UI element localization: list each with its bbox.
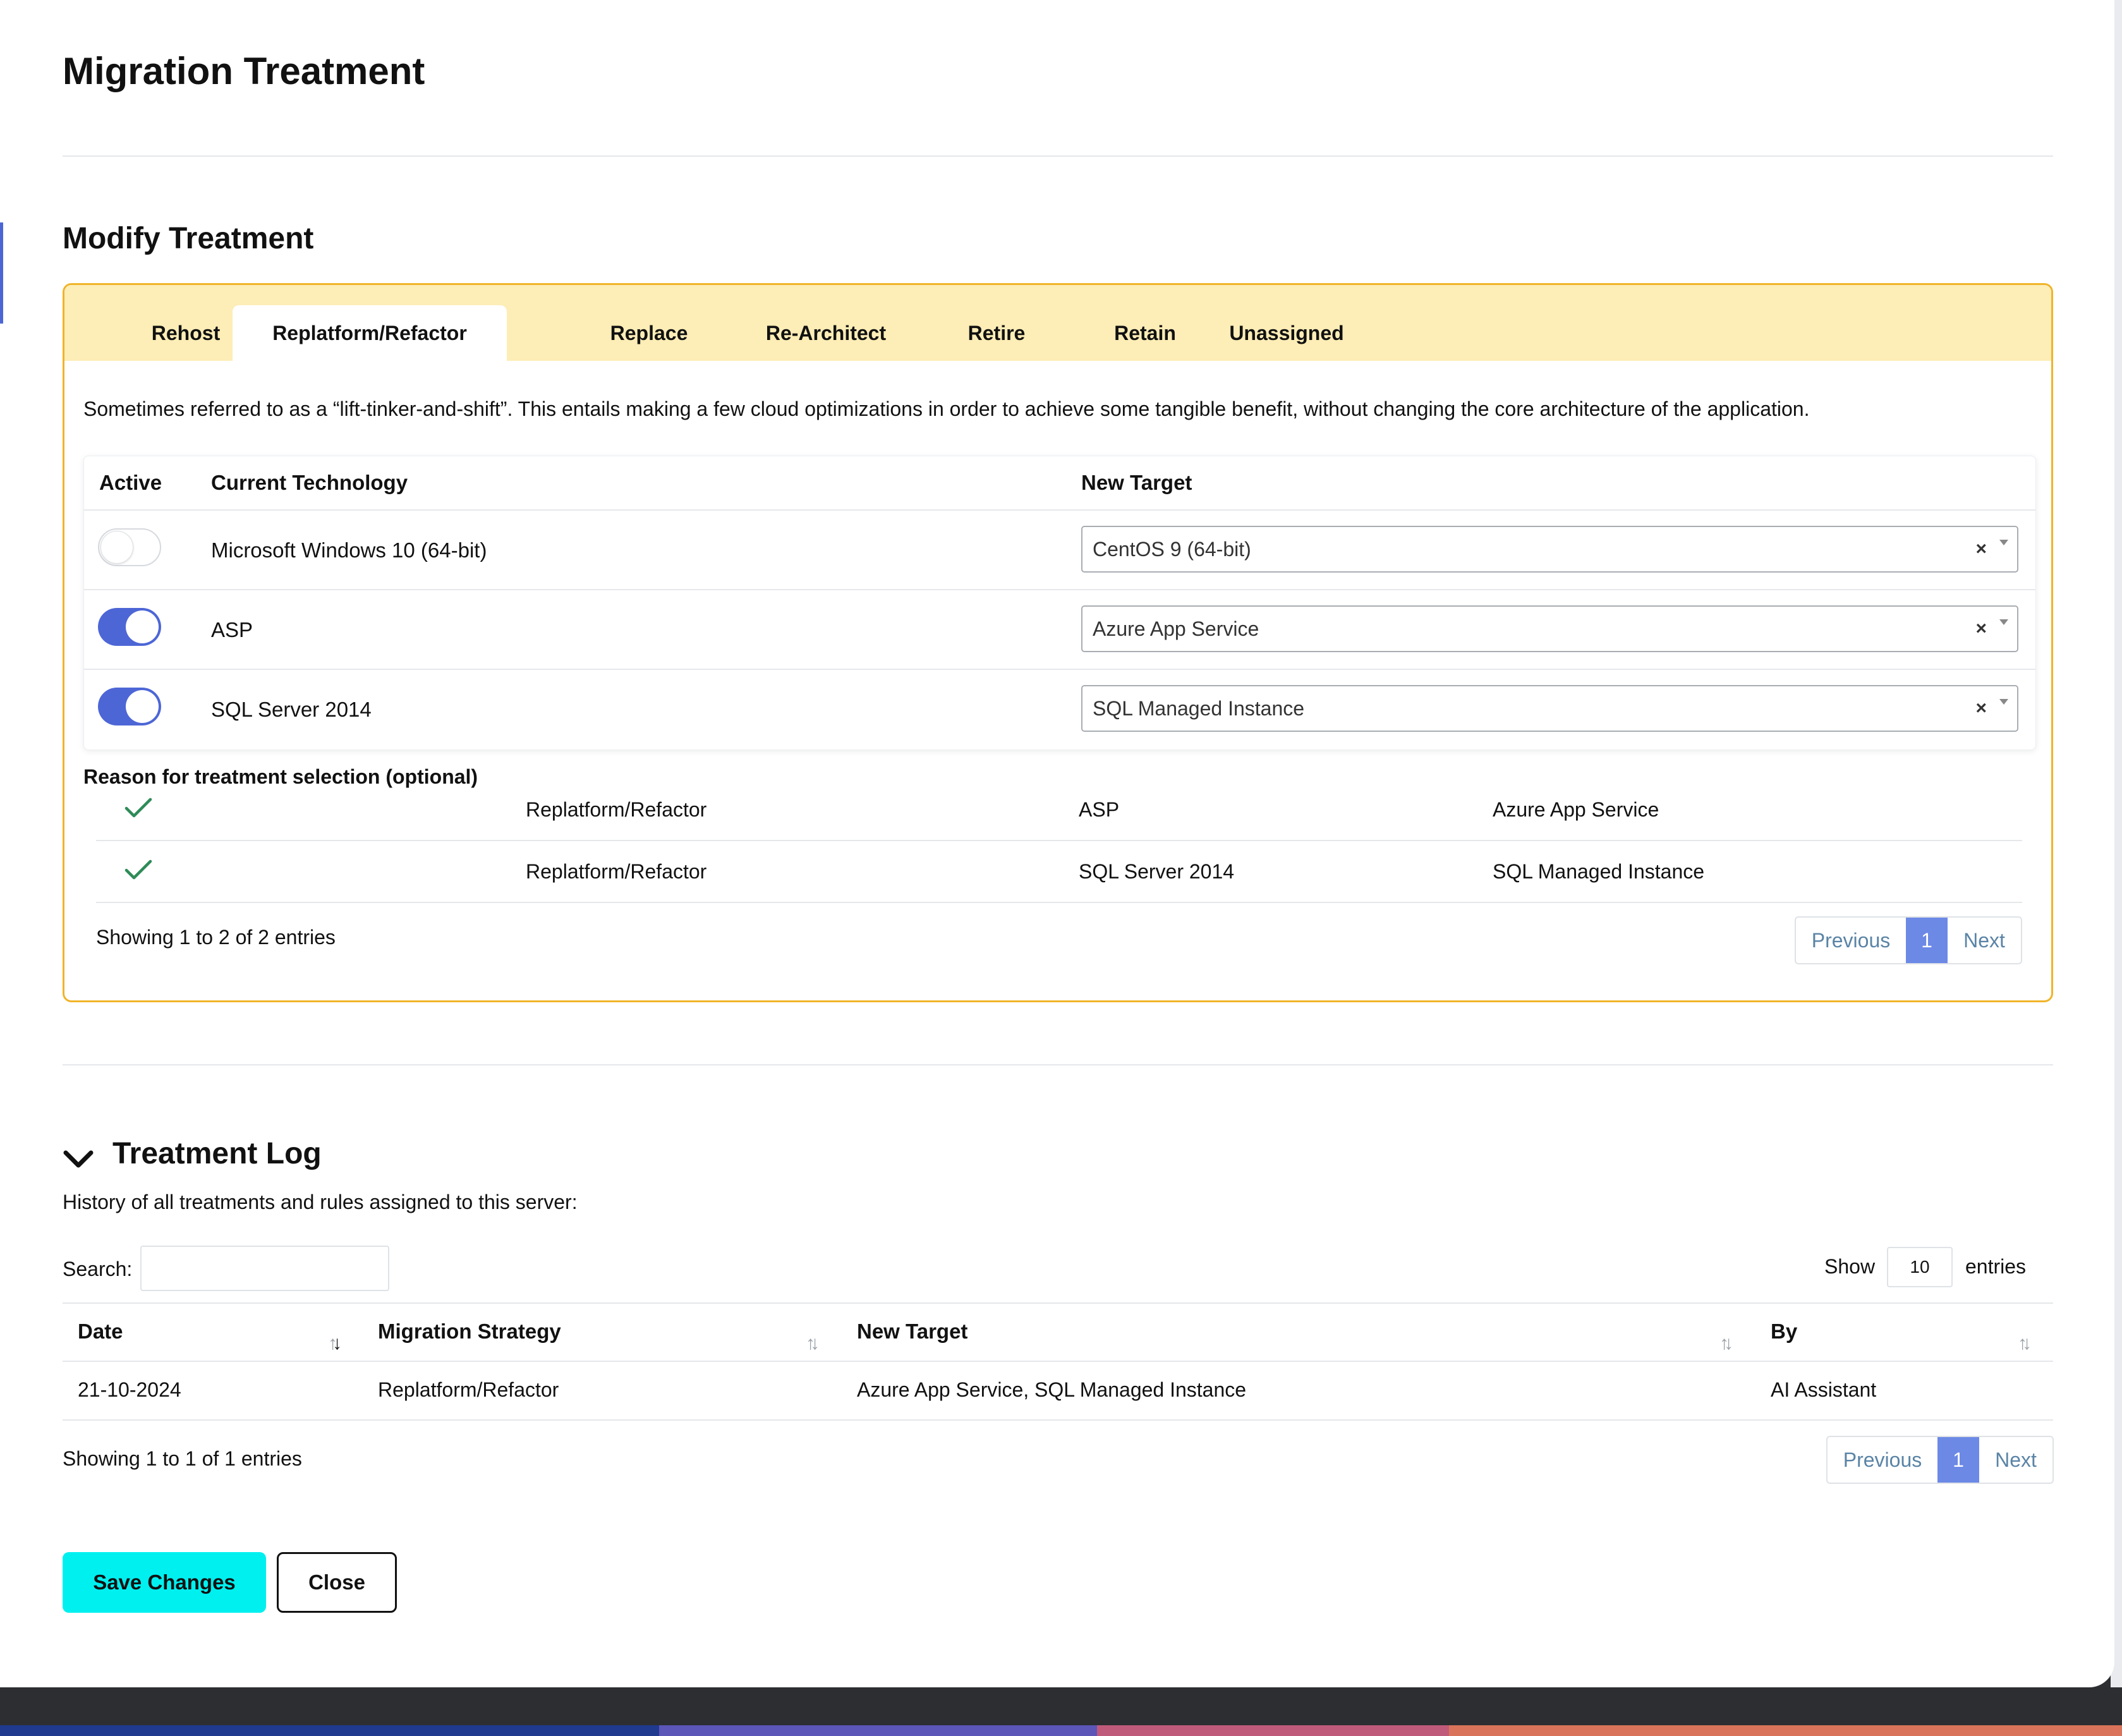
- treatment-log-pagination: Previous 1 Next: [1826, 1436, 2054, 1484]
- active-toggle[interactable]: [98, 688, 161, 725]
- save-changes-button[interactable]: Save Changes: [63, 1552, 266, 1613]
- technology-table: Active Current Technology New Target Mic…: [83, 456, 2036, 750]
- rule-strategy: Replatform/Refactor: [526, 859, 707, 883]
- treatment-log-info: Showing 1 to 1 of 1 entries: [63, 1447, 302, 1470]
- close-button[interactable]: Close: [277, 1552, 397, 1613]
- divider: [63, 1419, 2053, 1421]
- active-toggle[interactable]: [98, 608, 161, 646]
- rules-table-info: Showing 1 to 2 of 2 entries: [96, 926, 336, 949]
- sort-desc-icon[interactable]: ↑↓: [328, 1333, 342, 1354]
- divider: [63, 1302, 2053, 1304]
- dropdown-arrow-icon[interactable]: [1999, 619, 2008, 625]
- check-icon: [124, 798, 152, 818]
- chevron-down-icon[interactable]: [63, 1149, 94, 1169]
- rules-pagination: Previous 1 Next: [1795, 916, 2022, 964]
- clear-selection-icon[interactable]: ×: [1975, 607, 1987, 651]
- log-new-target: Azure App Service, SQL Managed Instance: [857, 1378, 1247, 1401]
- log-date: 21-10-2024: [78, 1378, 181, 1401]
- new-target-select[interactable]: SQL Managed Instance ×: [1081, 685, 2018, 732]
- dropdown-arrow-icon[interactable]: [1999, 540, 2008, 545]
- search-label: Search:: [63, 1258, 133, 1280]
- column-header-new-target[interactable]: New Target: [857, 1302, 967, 1361]
- rule-technology: ASP: [1079, 798, 1120, 821]
- modal-title: Migration Treatment: [63, 50, 425, 92]
- search-input[interactable]: [140, 1246, 389, 1291]
- show-label: Show: [1824, 1255, 1876, 1278]
- page-1-button[interactable]: 1: [1937, 1437, 1979, 1483]
- table-row: Microsoft Windows 10 (64-bit) CentOS 9 (…: [84, 509, 2035, 590]
- current-technology: SQL Server 2014: [211, 698, 372, 721]
- selected-value: Azure App Service: [1093, 617, 1259, 640]
- next-button[interactable]: Next: [1979, 1437, 2052, 1483]
- rule-technology: SQL Server 2014: [1079, 859, 1235, 883]
- column-header-by[interactable]: By: [1771, 1302, 1797, 1361]
- treatment-log-title[interactable]: Treatment Log: [112, 1136, 322, 1171]
- next-button[interactable]: Next: [1948, 918, 2021, 963]
- new-target-select[interactable]: CentOS 9 (64-bit) ×: [1081, 526, 2018, 573]
- rule-strategy: Replatform/Refactor: [526, 798, 707, 821]
- log-strategy: Replatform/Refactor: [378, 1378, 559, 1401]
- dropdown-arrow-icon[interactable]: [1999, 699, 2008, 705]
- clear-selection-icon[interactable]: ×: [1975, 527, 1987, 571]
- left-accent-bar: [0, 222, 3, 324]
- previous-button[interactable]: Previous: [1828, 1437, 1937, 1483]
- toggle-knob: [126, 690, 159, 723]
- column-header-current-technology: Current Technology: [211, 471, 408, 494]
- table-row: Replatform/Refactor ASP Azure App Servic…: [96, 779, 2022, 841]
- toggle-knob: [126, 610, 159, 643]
- toggle-knob: [100, 531, 133, 564]
- background-color-strip: [0, 1725, 2122, 1736]
- table-row: ASP Azure App Service ×: [84, 589, 2035, 670]
- entries-per-page-input[interactable]: 10: [1887, 1247, 1953, 1287]
- table-row: Replatform/Refactor SQL Server 2014 SQL …: [96, 841, 2022, 903]
- log-by: AI Assistant: [1771, 1378, 1877, 1401]
- selected-value: CentOS 9 (64-bit): [1093, 537, 1251, 561]
- treatment-panel: Rehost Replatform/Refactor Replace Re-Ar…: [63, 283, 2053, 1002]
- clear-selection-icon[interactable]: ×: [1975, 686, 1987, 731]
- sort-icon[interactable]: ↑↓: [806, 1333, 820, 1354]
- new-target-select[interactable]: Azure App Service ×: [1081, 605, 2018, 652]
- selected-value: SQL Managed Instance: [1093, 696, 1305, 720]
- treatment-description: Sometimes referred to as a “lift-tinker-…: [83, 398, 1810, 420]
- table-row: SQL Server 2014 SQL Managed Instance ×: [84, 669, 2035, 750]
- check-icon: [124, 859, 152, 880]
- tab-rehost[interactable]: Rehost: [123, 305, 249, 361]
- current-technology: Microsoft Windows 10 (64-bit): [211, 538, 487, 562]
- rule-target: SQL Managed Instance: [1493, 859, 1705, 883]
- tab-replatform-refactor[interactable]: Replatform/Refactor: [233, 305, 507, 361]
- column-header-migration-strategy[interactable]: Migration Strategy: [378, 1302, 561, 1361]
- tab-unassigned[interactable]: Unassigned: [1173, 305, 1400, 361]
- column-header-new-target: New Target: [1081, 471, 1192, 494]
- column-header-date[interactable]: Date: [78, 1302, 123, 1361]
- active-toggle[interactable]: [98, 528, 161, 566]
- previous-button[interactable]: Previous: [1796, 918, 1906, 963]
- sort-icon[interactable]: ↑↓: [2018, 1333, 2032, 1354]
- section-title: Modify Treatment: [63, 222, 314, 255]
- column-header-active: Active: [99, 471, 162, 494]
- entries-label: entries: [1965, 1255, 2027, 1278]
- sort-icon[interactable]: ↑↓: [1719, 1333, 1733, 1354]
- treatment-log-subtitle: History of all treatments and rules assi…: [63, 1191, 578, 1213]
- page-1-button[interactable]: 1: [1906, 918, 1948, 963]
- tab-bar: Rehost Replatform/Refactor Replace Re-Ar…: [64, 285, 2051, 361]
- rule-target: Azure App Service: [1493, 798, 1659, 821]
- divider: [63, 155, 2053, 157]
- current-technology: ASP: [211, 618, 253, 641]
- migration-treatment-modal: Migration Treatment Modify Treatment Reh…: [0, 0, 2114, 1687]
- divider: [63, 1064, 2053, 1065]
